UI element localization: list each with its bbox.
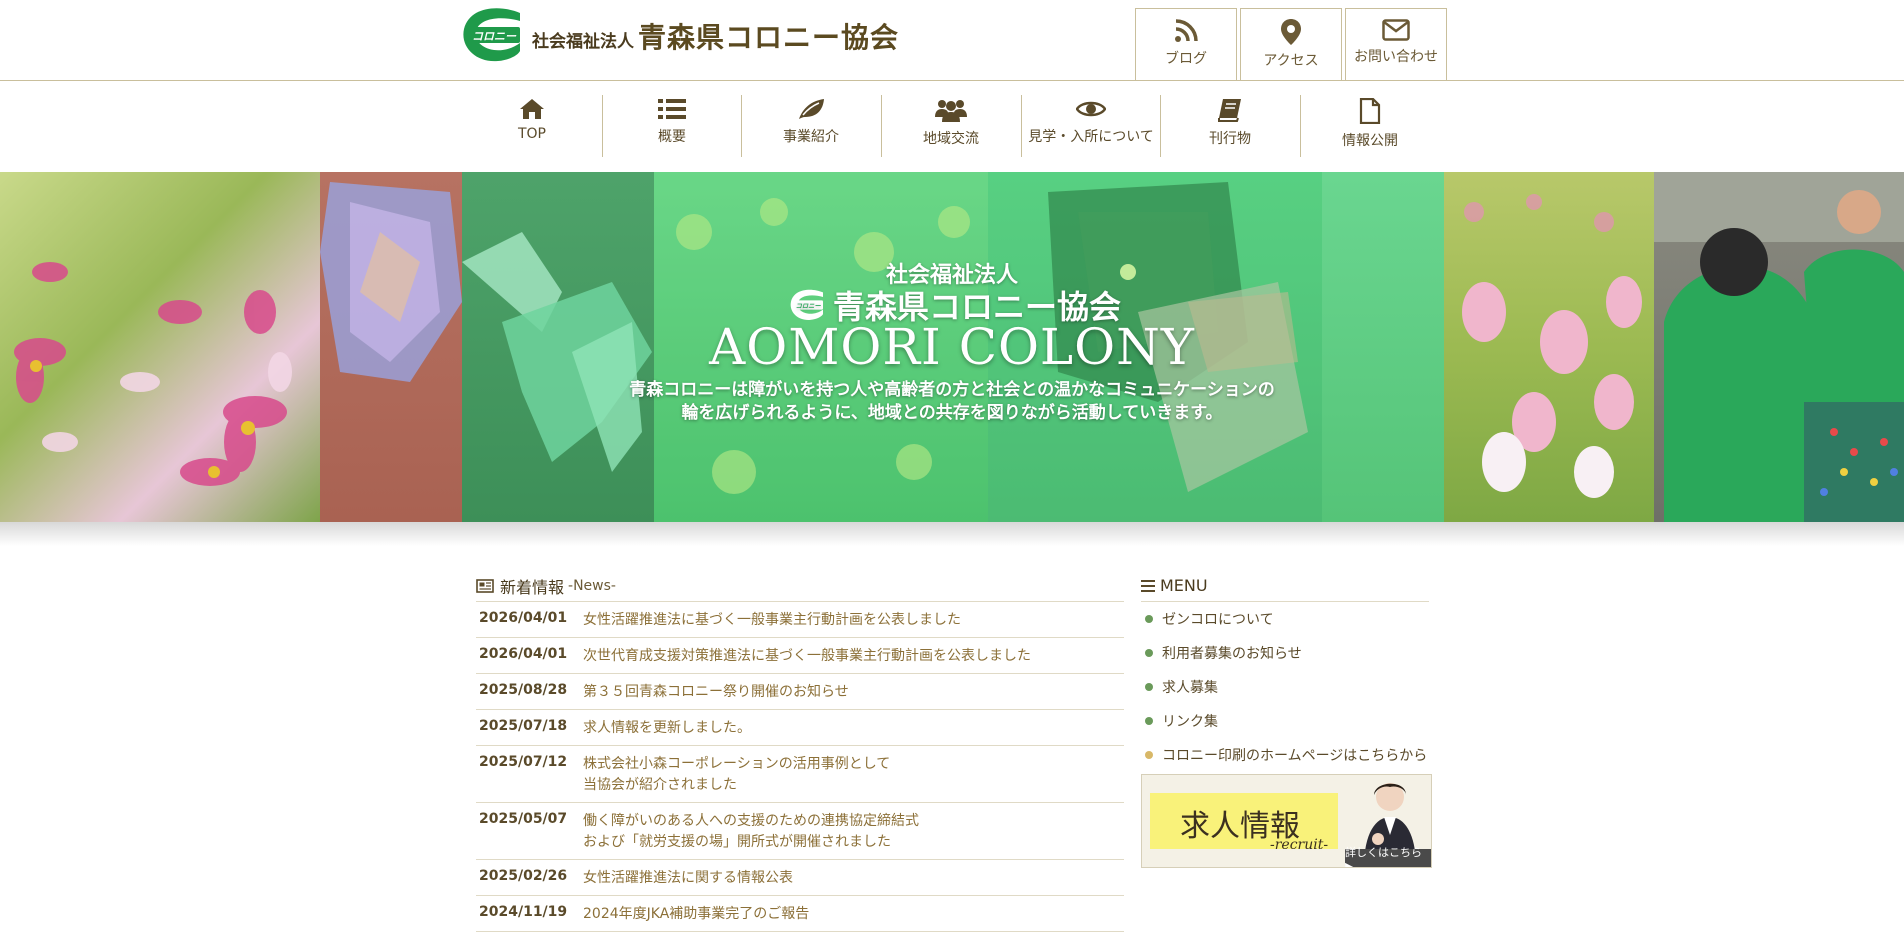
news-title[interactable]: 働く障がいのある人への支援のための連携協定締結式 および「就労支援の場」開所式が開… — [583, 811, 919, 853]
news-date: 2025/08/28 — [479, 682, 568, 698]
hero-desc-line: 輪を広げられるように、地域との共存を図りながら活動していきます。 — [681, 403, 1223, 423]
menu-item-label: コロニー印刷のホームページはこちらから — [1162, 748, 1428, 764]
bullet-icon — [1145, 615, 1153, 623]
blog-label: ブログ — [1165, 51, 1207, 67]
news-section: 新着情報 -News- 2026/04/01 女性活躍推進法に基づく一般事業主行… — [476, 570, 1124, 932]
news-item[interactable]: 2025/08/28 第３５回青森コロニー祭り開催のお知らせ — [476, 674, 1124, 710]
contact-label: お問い合わせ — [1354, 49, 1438, 65]
menu-heading: MENU — [1141, 570, 1429, 602]
nav-item-business[interactable]: 事業紹介 — [741, 94, 881, 157]
news-title[interactable]: 第３５回青森コロニー祭り開催のお知らせ — [583, 682, 849, 703]
blog-link[interactable]: ブログ — [1135, 8, 1237, 80]
home-icon — [520, 99, 544, 119]
nav-label: 刊行物 — [1209, 131, 1251, 147]
news-heading: 新着情報 -News- — [476, 570, 1124, 602]
nav-label: 概要 — [658, 129, 686, 145]
nav-item-top[interactable]: TOP — [462, 94, 602, 157]
nav-item-visit[interactable]: 見学・入所について — [1021, 94, 1161, 157]
eye-icon — [1076, 101, 1106, 117]
hero-shadow — [0, 522, 1904, 546]
book-icon — [1218, 99, 1241, 122]
nav-item-community[interactable]: 地域交流 — [881, 94, 1021, 157]
access-link[interactable]: アクセス — [1240, 8, 1342, 80]
news-date: 2024/11/19 — [479, 904, 568, 920]
nav-label: 事業紹介 — [783, 129, 839, 145]
menu-item-label: ゼンコロについて — [1162, 612, 1274, 628]
news-item[interactable]: 2025/07/18 求人情報を更新しました。 — [476, 710, 1124, 746]
map-pin-icon — [1281, 19, 1301, 45]
list-icon — [658, 99, 686, 119]
logo-mark-text: コロニー — [472, 30, 517, 43]
bullet-icon — [1145, 683, 1153, 691]
nav-label: 見学・入所について — [1028, 129, 1154, 145]
recruit-english: -recruit- — [1270, 837, 1329, 853]
news-date: 2026/04/01 — [479, 646, 568, 662]
recruit-details-button[interactable]: 詳しくはこちら ▶ — [1345, 846, 1431, 867]
hero-desc-line: 青森コロニーは障がいを持つ人や高齢者の方と社会との温かなコミュニケーションの — [629, 380, 1275, 400]
nav-item-overview[interactable]: 概要 — [602, 94, 742, 157]
hero-banner: 社会福祉法人 コロニー 青森県コロニー協会 AOMORI COLONY 青森コロ… — [0, 172, 1904, 522]
news-item[interactable]: 2026/04/01 女性活躍推進法に基づく一般事業主行動計画を公表しました — [476, 602, 1124, 638]
users-icon — [935, 100, 967, 122]
news-item[interactable]: 2025/07/12 株式会社小森コーポレーションの活用事例として 当協会が紹介さ… — [476, 746, 1124, 803]
news-title[interactable]: 株式会社小森コーポレーションの活用事例として 当協会が紹介されました — [583, 754, 890, 796]
news-item[interactable]: 2025/02/26 女性活躍推進法に関する情報公表 — [476, 860, 1124, 896]
news-item[interactable]: 2024/11/19 2024年度JKA補助事業完了のご報告 — [476, 896, 1124, 932]
menu-item-label: 利用者募集のお知らせ — [1162, 646, 1302, 662]
access-label: アクセス — [1263, 53, 1319, 69]
site-header: コロニー 社会福祉法人 青森県コロニー協会 ブログ アクセス お問い合わせ — [0, 0, 1904, 81]
site-logo[interactable]: コロニー 社会福祉法人 青森県コロニー協会 — [462, 7, 899, 63]
hero-logo-mark-text: コロニー — [796, 303, 822, 310]
hero-copy: 社会福祉法人 コロニー 青森県コロニー協会 AOMORI COLONY 青森コロ… — [0, 172, 1904, 522]
leaf-icon — [799, 99, 824, 119]
news-date: 2025/05/07 — [479, 811, 568, 827]
rss-icon — [1175, 19, 1198, 42]
hamburger-icon — [1141, 579, 1155, 592]
nav-label: 情報公開 — [1342, 133, 1398, 149]
news-heading-en: -News- — [568, 577, 616, 594]
menu-item-colony-printing[interactable]: コロニー印刷のホームページはこちらから — [1141, 738, 1429, 772]
org-type: 社会福祉法人 — [532, 31, 634, 52]
menu-heading-text: MENU — [1160, 576, 1208, 595]
news-title[interactable]: 2024年度JKA補助事業完了のご報告 — [583, 904, 809, 925]
nav-label: TOP — [517, 126, 546, 142]
nav-item-disclosure[interactable]: 情報公開 — [1300, 94, 1440, 157]
nav-label: 地域交流 — [923, 131, 979, 147]
bullet-icon — [1145, 649, 1153, 657]
contact-link[interactable]: お問い合わせ — [1345, 8, 1447, 80]
menu-item-links[interactable]: リンク集 — [1141, 704, 1429, 738]
news-item[interactable]: 2026/04/01 次世代育成支援対策推進法に基づく一般事業主行動計画を公表し… — [476, 638, 1124, 674]
newspaper-icon — [476, 578, 494, 593]
news-item[interactable]: 2025/05/07 働く障がいのある人への支援のための連携協定締結式 および「就… — [476, 803, 1124, 860]
side-menu: MENU ゼンコロについて 利用者募集のお知らせ 求人募集 リンク集 コロニー印… — [1141, 570, 1429, 772]
menu-item-job-recruitment[interactable]: 求人募集 — [1141, 670, 1429, 704]
news-title[interactable]: 女性活躍推進法に基づく一般事業主行動計画を公表しました — [583, 610, 961, 631]
nav-item-publications[interactable]: 刊行物 — [1160, 94, 1300, 157]
news-title[interactable]: 女性活躍推進法に関する情報公表 — [583, 868, 793, 889]
hero-english-title: AOMORI COLONY — [709, 318, 1195, 376]
menu-item-label: 求人募集 — [1162, 680, 1218, 696]
news-date: 2026/04/01 — [479, 610, 568, 626]
document-icon — [1359, 98, 1381, 124]
hero-description: 青森コロニーは障がいを持つ人や高齢者の方と社会との温かなコミュニケーションの 輪… — [0, 379, 1904, 425]
colony-logo-icon: コロニー — [462, 7, 522, 63]
bullet-icon — [1145, 751, 1153, 759]
news-date: 2025/07/18 — [479, 718, 568, 734]
news-title[interactable]: 次世代育成支援対策推進法に基づく一般事業主行動計画を公表しました — [583, 646, 1031, 667]
news-date: 2025/02/26 — [479, 868, 568, 884]
colony-logo-icon: コロニー — [790, 289, 823, 320]
global-nav: TOP 概要 事業紹介 地域交流 見学・入所について 刊行物 情報公開 — [0, 82, 1904, 172]
bullet-icon — [1145, 717, 1153, 725]
menu-item-label: リンク集 — [1162, 714, 1218, 730]
envelope-icon — [1382, 19, 1410, 41]
news-date: 2025/07/12 — [479, 754, 568, 770]
org-name: 青森県コロニー協会 — [638, 21, 900, 54]
menu-item-user-recruitment[interactable]: 利用者募集のお知らせ — [1141, 636, 1429, 670]
news-heading-text: 新着情報 — [500, 577, 565, 597]
menu-item-zencolo[interactable]: ゼンコロについて — [1141, 602, 1429, 636]
recruit-banner[interactable]: 求人情報 -recruit- 詳しくはこちら ▶ — [1141, 774, 1432, 868]
news-title[interactable]: 求人情報を更新しました。 — [583, 718, 751, 739]
